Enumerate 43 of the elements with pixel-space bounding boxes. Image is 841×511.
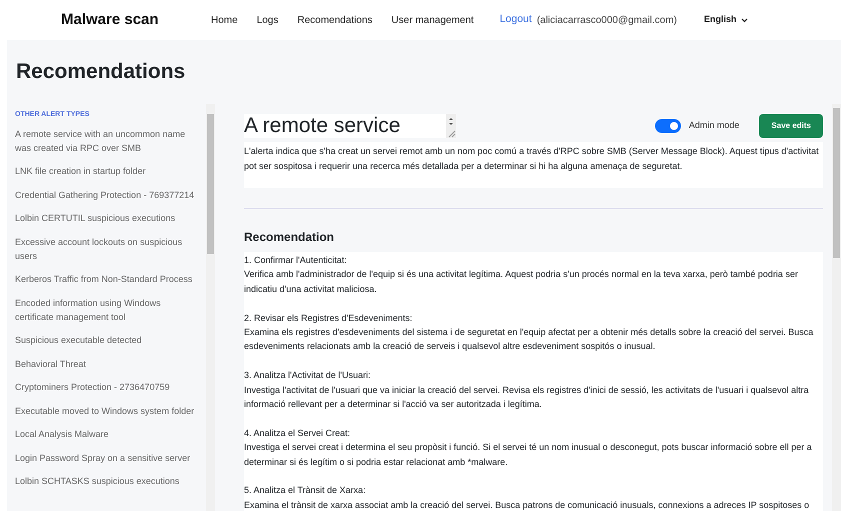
nav-link[interactable]: Logs bbox=[256, 12, 278, 28]
section-heading: Recomendation bbox=[244, 229, 336, 246]
sidebar-item[interactable]: Behavioral Threat bbox=[15, 356, 198, 370]
page-title: Recomendations bbox=[16, 59, 186, 85]
sidebar-item[interactable]: Lolbin CERTUTIL suspicious executions bbox=[15, 211, 198, 225]
save-button[interactable]: Save edits bbox=[759, 114, 823, 138]
description-field[interactable]: L'alerta indica que s'ha creat un servei remot amb un nom poc comú a través d'RPC sobre SMB (Server Message Block). Aquest tipus d'activitat pot ser sospitosa i requerir una recerca més detallada per a determinar si hi ha alguna amenaça de seguretat. bbox=[244, 142, 823, 188]
spinner-icon[interactable] bbox=[446, 114, 456, 138]
step-text: Examina els registres d'esdeveniments del sistema i de seguretat en l'equip afectat per a obtenir més detalls sobre la creació del servei. Busca esdeveniments relacionats amb la creació de serveis i qualsevol altre esdeveniment sospitós o inusual. bbox=[244, 326, 814, 354]
sidebar-item[interactable]: Local Analysis Malware bbox=[15, 427, 198, 441]
sidebar-item[interactable]: A remote service with an uncommon name was created via RPC over SMB bbox=[15, 126, 198, 154]
step-title: 2. Revisar els Registres d'Esdeveniments: bbox=[244, 312, 414, 325]
nav-link[interactable]: Home bbox=[211, 12, 238, 28]
sidebar-item[interactable]: Lolbin SCHTASKS suspicious executions bbox=[15, 474, 198, 488]
title-field[interactable]: A remote service bbox=[244, 114, 456, 138]
step-title: 1. Confirmar l'Autenticitat: bbox=[244, 254, 348, 267]
sidebar-item[interactable]: LNK file creation in startup folder bbox=[15, 164, 198, 178]
step-title: 5. Analitza el Trànsit de Xarxa: bbox=[244, 484, 367, 498]
sidebar-item[interactable]: Login Password Spray on a sensitive server bbox=[15, 450, 198, 464]
scrollbar[interactable] bbox=[832, 104, 841, 511]
sidebar-item[interactable]: Cryptominers Protection - 2736470759 bbox=[15, 380, 198, 394]
sidebar-item[interactable]: Kerberos Traffic from Non-Standard Process bbox=[15, 272, 198, 286]
step-text: Examina el trànsit de xarxa associat amb la creació del servei. Busca patrons de comunicació inusuals, connexions a adreces IP sospitoses o bbox=[244, 498, 810, 511]
sidebar-item[interactable]: Encoded information using Windows certificate management tool bbox=[15, 296, 198, 324]
sidebar-item[interactable]: Excessive account lockouts on suspicious users bbox=[15, 234, 198, 262]
sidebar-item[interactable]: Suspicious executable detected bbox=[15, 333, 198, 347]
toggle-switch[interactable] bbox=[654, 119, 681, 133]
step-text: Investiga l'activitat de l'usuari que va iniciar la creació del servei. Revisa els registres d'inici de sessió, les activitats de l'usuari i qualsevol altra informació rellevant per a determinar si l'acció va ser autoritzada i legítima. bbox=[244, 384, 810, 412]
step-text: Investiga el servei creat i determina el seu propòsit i funció. Si el servei té un nom inusual o desconegut, pots buscar informació sobre ell per a determinar si és legítim o si podria estar relacionat amb *malware. bbox=[244, 441, 813, 469]
sidebar-item[interactable]: Credential Gathering Protection - 769377214 bbox=[15, 188, 198, 202]
nav-link[interactable]: Recomendations bbox=[297, 12, 372, 28]
caret-icon bbox=[740, 18, 748, 22]
language-dropdown[interactable]: English bbox=[704, 13, 748, 27]
nav-link[interactable]: User management bbox=[391, 12, 474, 28]
logout-link[interactable]: Logout bbox=[500, 12, 532, 28]
scrollbar[interactable] bbox=[206, 104, 215, 511]
step-title: 4. Analitza el Servei Creat: bbox=[244, 426, 352, 440]
toggle-label: Admin mode bbox=[688, 119, 740, 132]
step-text: Verifica amb l'administrador de l'equip si és una activitat legítima. Aquest podria s'un procés normal en la teva xarxa, però també podria ser indicatiu d'una activitat maliciosa. bbox=[244, 268, 799, 296]
step-title: 3. Analitza l'Activitat de l'Usuari: bbox=[244, 369, 372, 382]
sidebar-item[interactable]: Executable moved to Windows system folder bbox=[15, 404, 198, 418]
user-email: (aliciacarrasco000@gmail.com) bbox=[536, 14, 678, 28]
brand-name: Malware scan bbox=[61, 10, 160, 30]
